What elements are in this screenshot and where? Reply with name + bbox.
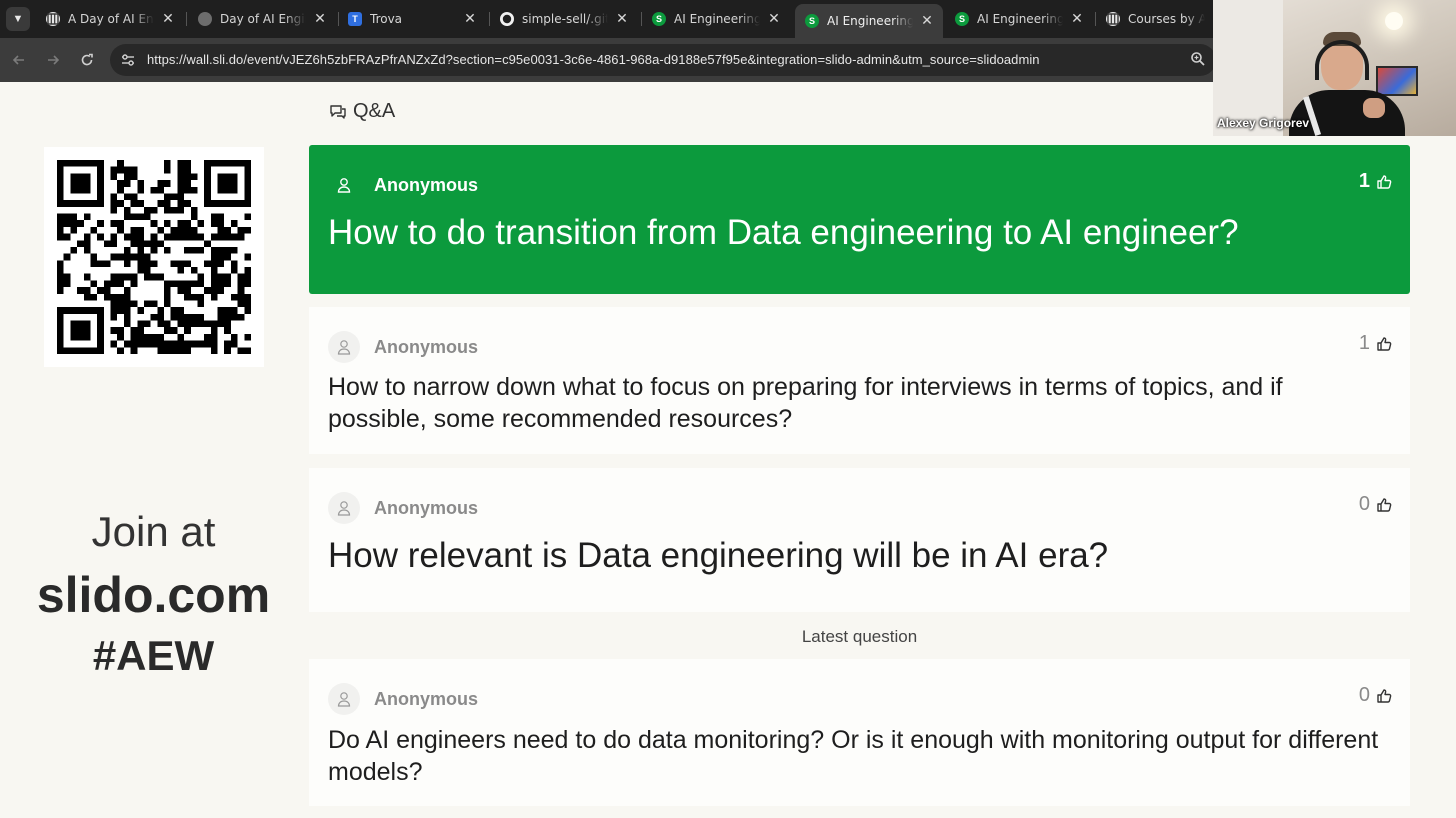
question-text: How to narrow down what to focus on prep… <box>328 373 1283 433</box>
tab-ai-engineering-active[interactable]: S AI Engineering workshop ✕ <box>795 4 943 38</box>
webcam-poster <box>1376 66 1418 96</box>
thumbs-up-icon <box>1377 497 1392 512</box>
question-author: Anonymous <box>374 174 479 195</box>
tab-title: Courses by Alexey <box>1128 12 1205 26</box>
tab-day-of-ai-engineering[interactable]: Day of AI Engineering ✕ <box>188 4 336 34</box>
back-arrow-icon[interactable] <box>8 49 30 71</box>
like-button[interactable]: 1 <box>1359 170 1392 193</box>
slido-logo-icon: S <box>955 12 969 26</box>
event-code: #AEW <box>92 632 215 679</box>
like-count: 0 <box>1358 493 1370 515</box>
latest-question-label: Latest question <box>801 627 918 646</box>
headset-icon <box>1315 40 1369 80</box>
question-text: How to do transition from Data engineeri… <box>328 213 1239 252</box>
url-text[interactable]: https://wall.sli.do/event/vJEZ6h5zbFRAzP… <box>147 52 1040 67</box>
tab-title: simple-sell/.github <box>522 12 608 26</box>
slido-logo-icon: S <box>805 14 819 28</box>
question-author: Anonymous <box>374 336 479 357</box>
qa-title: Q&A <box>353 100 396 122</box>
tab-close-icon[interactable]: ✕ <box>766 11 782 27</box>
tab-title: Day of AI Engineering <box>220 12 306 26</box>
tab-courses[interactable]: Courses by Alexey <box>1096 4 1213 34</box>
tab-separator <box>186 12 187 26</box>
join-url: slido.com <box>36 567 271 623</box>
forward-arrow-icon[interactable] <box>42 49 64 71</box>
chat-bubbles-icon <box>330 104 346 119</box>
question-text: Do AI engineers need to do data monitori… <box>328 726 1379 786</box>
question-text: How relevant is Data engineering will be… <box>328 536 1109 575</box>
tab-a-day-of-ai-engineering[interactable]: A Day of AI Engineering ✕ <box>36 4 184 34</box>
like-count: 1 <box>1358 170 1370 192</box>
participant-name: Alexey Grigorev <box>1217 116 1310 130</box>
thumbs-up-icon <box>1377 688 1392 703</box>
tab-close-icon[interactable]: ✕ <box>614 11 630 27</box>
join-qr-code[interactable] <box>44 147 264 367</box>
tab-title: AI Engineering workshop <box>977 12 1063 26</box>
tab-github[interactable]: simple-sell/.github ✕ <box>490 4 638 34</box>
tab-close-icon[interactable]: ✕ <box>1069 11 1085 27</box>
webcam-person-hand <box>1363 98 1385 118</box>
webcam-lamp <box>1385 12 1403 30</box>
qa-header: Q&A <box>329 100 395 123</box>
tab-ai-engineering-1[interactable]: S AI Engineering workshop ✕ <box>642 4 790 34</box>
highlighted-question-card[interactable]: Anonymous 1 How to do transition from Da… <box>309 145 1410 294</box>
tab-close-icon[interactable]: ✕ <box>312 11 328 27</box>
slido-logo-icon: S <box>652 12 666 26</box>
like-button[interactable]: 0 <box>1359 684 1392 707</box>
trova-logo-icon: T <box>348 12 362 26</box>
question-author: Anonymous <box>374 497 479 518</box>
tab-ai-engineering-3[interactable]: S AI Engineering workshop ✕ <box>945 4 1093 34</box>
like-count: 0 <box>1358 684 1370 706</box>
globe-grid-icon <box>1106 12 1120 26</box>
tab-title: AI Engineering workshop <box>827 14 913 28</box>
globe-icon <box>198 12 212 26</box>
thumbs-up-icon <box>1377 336 1392 351</box>
user-icon <box>328 683 360 715</box>
thumbs-up-icon <box>1377 174 1392 189</box>
tab-trova[interactable]: T Trova ✕ <box>338 4 486 34</box>
question-author: Anonymous <box>374 688 479 709</box>
site-info-icon[interactable] <box>120 52 136 68</box>
tab-title: Trova <box>370 12 403 26</box>
webcam-video: Alexey Grigorev <box>1213 0 1456 136</box>
tab-close-icon[interactable]: ✕ <box>160 11 176 27</box>
tab-title: A Day of AI Engineering <box>68 12 154 26</box>
tab-title: AI Engineering workshop <box>674 12 760 26</box>
github-icon <box>500 12 514 26</box>
zoom-icon[interactable] <box>1190 51 1208 69</box>
tab-search-dropdown-icon[interactable]: ▼ <box>6 7 30 31</box>
question-card[interactable]: Anonymous 0 How relevant is Data enginee… <box>309 468 1410 612</box>
user-icon <box>328 169 360 201</box>
like-button[interactable]: 0 <box>1359 493 1392 516</box>
user-icon <box>328 331 360 363</box>
question-card[interactable]: Anonymous 1 How to narrow down what to f… <box>309 307 1410 454</box>
reload-icon[interactable] <box>76 49 98 71</box>
user-icon <box>328 492 360 524</box>
address-bar[interactable]: https://wall.sli.do/event/vJEZ6h5zbFRAzP… <box>110 44 1216 76</box>
like-count: 1 <box>1358 332 1370 354</box>
tab-close-icon[interactable]: ✕ <box>919 13 935 29</box>
join-label: Join at <box>91 508 216 555</box>
latest-question-card[interactable]: Anonymous 0 Do AI engineers need to do d… <box>309 659 1410 806</box>
globe-grid-icon <box>46 12 60 26</box>
like-button[interactable]: 1 <box>1359 332 1392 355</box>
tab-close-icon[interactable]: ✕ <box>462 11 478 27</box>
